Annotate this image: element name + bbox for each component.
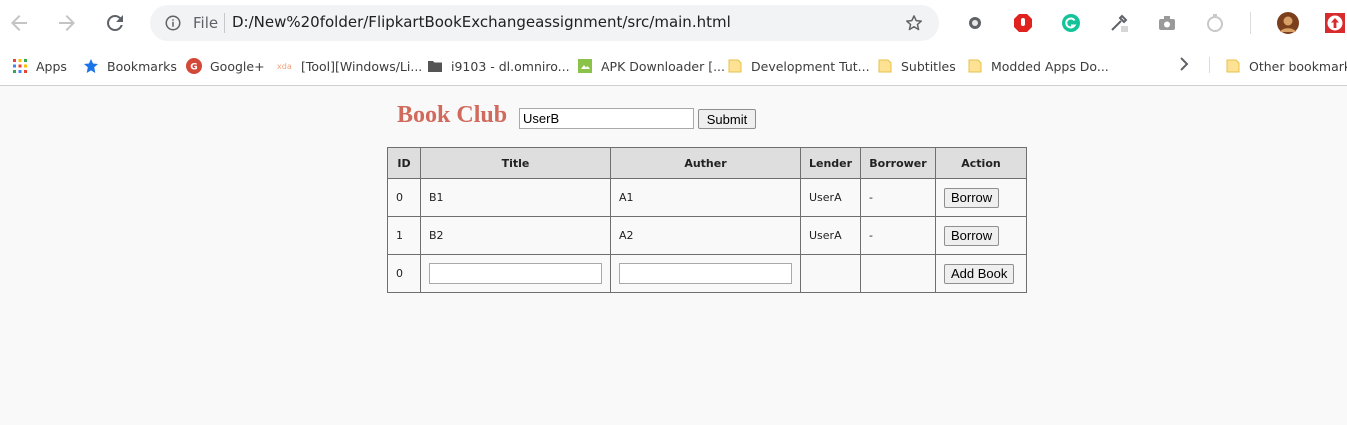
forward-button[interactable]	[55, 11, 79, 35]
new-title-input[interactable]	[429, 263, 602, 284]
bookmark-label: Development Tut...	[751, 58, 870, 74]
cell-action: Add Book	[935, 254, 1027, 293]
folder-icon	[1225, 58, 1241, 74]
chevron-right-icon[interactable]	[1175, 55, 1193, 73]
reload-button[interactable]	[103, 11, 127, 35]
bookmark-apk-downloader[interactable]: APK Downloader [...	[577, 55, 725, 77]
bookmark-label: Modded Apps Do...	[991, 58, 1109, 74]
cell-auther	[610, 254, 801, 293]
folder-icon	[877, 58, 893, 74]
adblock-icon[interactable]	[1012, 12, 1034, 34]
submit-button[interactable]: Submit	[698, 109, 756, 129]
cell-lender	[800, 254, 861, 293]
cell-action: Borrow	[935, 216, 1027, 255]
cell-auther: A2	[610, 216, 801, 255]
bookmark-star-icon[interactable]	[904, 13, 924, 33]
folder-icon	[727, 58, 743, 74]
toolbar-divider	[1250, 12, 1251, 34]
bookmark-modded-apps[interactable]: Modded Apps Do...	[967, 55, 1109, 77]
cell-lender: UserA	[800, 216, 861, 255]
add-book-button[interactable]: Add Book	[944, 263, 1015, 284]
column-header-id: ID	[387, 147, 421, 179]
upload-extension-icon[interactable]	[1324, 12, 1346, 34]
extension-circle-icon[interactable]	[964, 12, 986, 34]
bookmark-other-bookmarks[interactable]: Other bookmarks	[1225, 55, 1347, 77]
bookmark-label: Subtitles	[901, 58, 956, 74]
username-input[interactable]	[519, 108, 694, 129]
folder-icon	[967, 58, 983, 74]
bookmark-label: APK Downloader [...	[601, 58, 725, 74]
bookmark-google-plus[interactable]: G Google+	[186, 55, 265, 77]
bookmark-label: Bookmarks	[107, 58, 177, 74]
cell-auther: A1	[610, 178, 801, 217]
column-header-lender: Lender	[800, 147, 861, 179]
bookmark-xda-tool[interactable]: xda [Tool][Windows/Li...	[277, 55, 422, 77]
bookmark-label: [Tool][Windows/Li...	[301, 58, 423, 74]
bookmark-label: Apps	[36, 58, 67, 74]
arrow-left-icon	[11, 15, 27, 31]
url-text[interactable]: D:/New%20folder/FlipkartBookExchangeassi…	[232, 13, 731, 31]
info-icon[interactable]	[164, 14, 182, 32]
cell-id: 1	[387, 216, 421, 255]
xda-icon: xda	[277, 58, 293, 74]
cell-title	[420, 254, 611, 293]
bookmark-subtitles[interactable]: Subtitles	[877, 55, 956, 77]
arrow-right-icon	[59, 15, 75, 31]
scheme-label: File	[193, 14, 219, 32]
bookmark-development-tut[interactable]: Development Tut...	[727, 55, 870, 77]
cell-borrower	[860, 254, 936, 293]
bookmark-label: i9103 - dl.omniro...	[451, 58, 570, 74]
svg-text:G: G	[190, 63, 197, 73]
reload-icon	[107, 15, 123, 31]
bookmark-label: Google+	[210, 58, 265, 74]
table-row: 0 B1 A1 UserA - Borrow	[387, 178, 1027, 217]
eyedropper-icon[interactable]	[1108, 12, 1130, 34]
column-header-title: Title	[420, 147, 611, 179]
timer-icon[interactable]	[1204, 12, 1226, 34]
cell-action: Borrow	[935, 178, 1027, 217]
google-plus-icon: G	[186, 58, 202, 74]
bookmarks-bar: Apps Bookmarks G Google+ xda [Tool][Wind…	[0, 46, 1347, 86]
column-header-action: Action	[935, 147, 1027, 179]
omnibox-divider	[224, 13, 225, 33]
column-header-auther: Auther	[610, 147, 801, 179]
back-button[interactable]	[7, 11, 31, 35]
cell-title: B1	[420, 178, 611, 217]
bookmark-i9103[interactable]: i9103 - dl.omniro...	[427, 55, 570, 77]
cell-borrower: -	[860, 178, 936, 217]
table-row: 1 B2 A2 UserA - Borrow	[387, 216, 1027, 255]
address-bar[interactable]: File D:/New%20folder/FlipkartBookExchang…	[150, 5, 939, 41]
folder-icon	[427, 58, 443, 74]
bookmark-bookmarks[interactable]: Bookmarks	[83, 55, 177, 77]
cell-borrower: -	[860, 216, 936, 255]
cell-lender: UserA	[800, 178, 861, 217]
svg-text:xda: xda	[277, 62, 292, 71]
new-auther-input[interactable]	[619, 263, 792, 284]
profile-avatar[interactable]	[1277, 12, 1299, 34]
borrow-button[interactable]: Borrow	[944, 225, 1000, 246]
android-icon	[577, 58, 593, 74]
star-icon	[83, 58, 99, 74]
grammarly-icon[interactable]	[1060, 12, 1082, 34]
books-table: ID Title Auther Lender Borrower Action 0…	[387, 147, 1027, 293]
apps-grid-icon	[12, 58, 28, 74]
browser-toolbar: File D:/New%20folder/FlipkartBookExchang…	[0, 0, 1347, 46]
bookmark-label: Other bookmarks	[1249, 58, 1347, 74]
add-book-row: 0 Add Book	[387, 254, 1027, 293]
cell-id: 0	[387, 178, 421, 217]
table-header-row: ID Title Auther Lender Borrower Action	[387, 147, 1027, 179]
cell-id: 0	[387, 254, 421, 293]
bookmark-apps[interactable]: Apps	[12, 55, 67, 77]
column-header-borrower: Borrower	[860, 147, 936, 179]
bookmarks-divider	[1209, 57, 1210, 73]
page-title: Book Club	[397, 102, 508, 128]
cell-title: B2	[420, 216, 611, 255]
camera-icon[interactable]	[1156, 12, 1178, 34]
borrow-button[interactable]: Borrow	[944, 187, 1000, 208]
